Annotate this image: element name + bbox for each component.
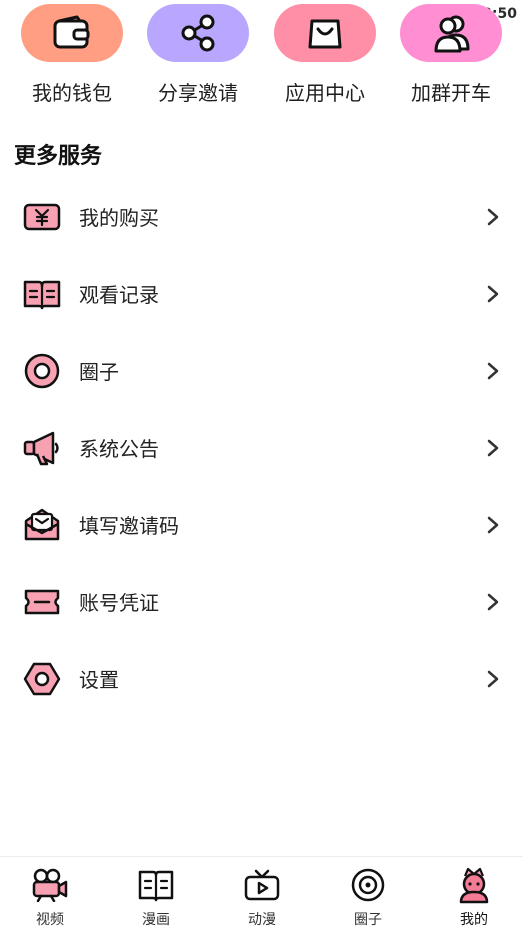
menu-item-invite-code[interactable]: 填写邀请码 xyxy=(0,486,523,563)
megaphone-icon xyxy=(22,428,62,468)
group-users-icon xyxy=(434,15,470,53)
share-icon xyxy=(181,14,215,52)
share-pill[interactable] xyxy=(147,4,249,62)
menu-item-label: 我的购买 xyxy=(79,206,159,230)
menu-item-label: 观看记录 xyxy=(79,283,159,307)
ticket-icon xyxy=(22,582,62,622)
app-center-pill[interactable] xyxy=(274,4,376,62)
tab-video[interactable]: 视频 xyxy=(10,865,90,929)
quick-action-label: 分享邀请 xyxy=(158,81,238,105)
camera-icon xyxy=(30,865,70,905)
quick-action-wallet[interactable]: 我的钱包 xyxy=(17,4,127,106)
open-book-icon xyxy=(22,274,62,314)
menu-item-circle[interactable]: 圈子 xyxy=(0,332,523,409)
menu-item-watch-history[interactable]: 观看记录 xyxy=(0,255,523,332)
circle-target-icon xyxy=(22,351,62,391)
menu-item-announcements[interactable]: 系统公告 xyxy=(0,409,523,486)
quick-action-join-group[interactable]: 加群开车 xyxy=(396,4,506,106)
tab-label: 动漫 xyxy=(248,912,276,928)
tab-label: 我的 xyxy=(460,912,488,928)
quick-action-label: 加群开车 xyxy=(411,81,491,105)
join-group-pill[interactable] xyxy=(400,4,502,62)
target-icon xyxy=(348,865,388,905)
services-menu: 我的购买 观看记录 圈子 系统公告 填写邀请码 账号凭证 设置 xyxy=(0,178,523,717)
chevron-right-icon xyxy=(485,284,501,304)
profile-icon xyxy=(454,865,494,905)
bottom-tab-bar: 视频 漫画 动漫 圈子 我的 xyxy=(0,856,523,935)
book-icon xyxy=(136,865,176,905)
chevron-right-icon xyxy=(485,438,501,458)
shopping-bag-icon xyxy=(308,19,342,49)
menu-item-label: 填写邀请码 xyxy=(79,514,179,538)
tv-icon xyxy=(242,865,282,905)
menu-item-my-purchases[interactable]: 我的购买 xyxy=(0,178,523,255)
tab-circle[interactable]: 圈子 xyxy=(328,865,408,929)
tab-comics[interactable]: 漫画 xyxy=(116,865,196,929)
menu-item-account-credential[interactable]: 账号凭证 xyxy=(0,563,523,640)
hexagon-settings-icon xyxy=(22,659,62,699)
wallet-pill[interactable] xyxy=(21,4,123,62)
menu-item-label: 系统公告 xyxy=(79,437,159,461)
quick-action-share[interactable]: 分享邀请 xyxy=(143,4,253,106)
menu-item-settings[interactable]: 设置 xyxy=(0,640,523,717)
tab-label: 圈子 xyxy=(354,912,382,928)
quick-action-label: 应用中心 xyxy=(285,81,365,105)
section-title: 更多服务 xyxy=(14,144,103,169)
menu-item-label: 圈子 xyxy=(79,360,119,384)
chevron-right-icon xyxy=(485,515,501,535)
chevron-right-icon xyxy=(485,361,501,381)
chevron-right-icon xyxy=(485,669,501,689)
tab-mine[interactable]: 我的 xyxy=(434,865,514,929)
chevron-right-icon xyxy=(485,592,501,612)
quick-action-label: 我的钱包 xyxy=(32,81,112,105)
chevron-right-icon xyxy=(485,207,501,227)
tab-label: 漫画 xyxy=(142,912,170,928)
quick-actions: 我的钱包 分享邀请 应用中心 加群开车 xyxy=(0,4,523,114)
wallet-icon xyxy=(53,15,90,49)
tab-label: 视频 xyxy=(36,912,64,928)
quick-action-app-center[interactable]: 应用中心 xyxy=(270,4,380,106)
yen-card-icon xyxy=(22,197,62,237)
envelope-icon xyxy=(22,505,62,545)
menu-item-label: 设置 xyxy=(79,668,119,692)
tab-anime[interactable]: 动漫 xyxy=(222,865,302,929)
menu-item-label: 账号凭证 xyxy=(79,591,159,615)
